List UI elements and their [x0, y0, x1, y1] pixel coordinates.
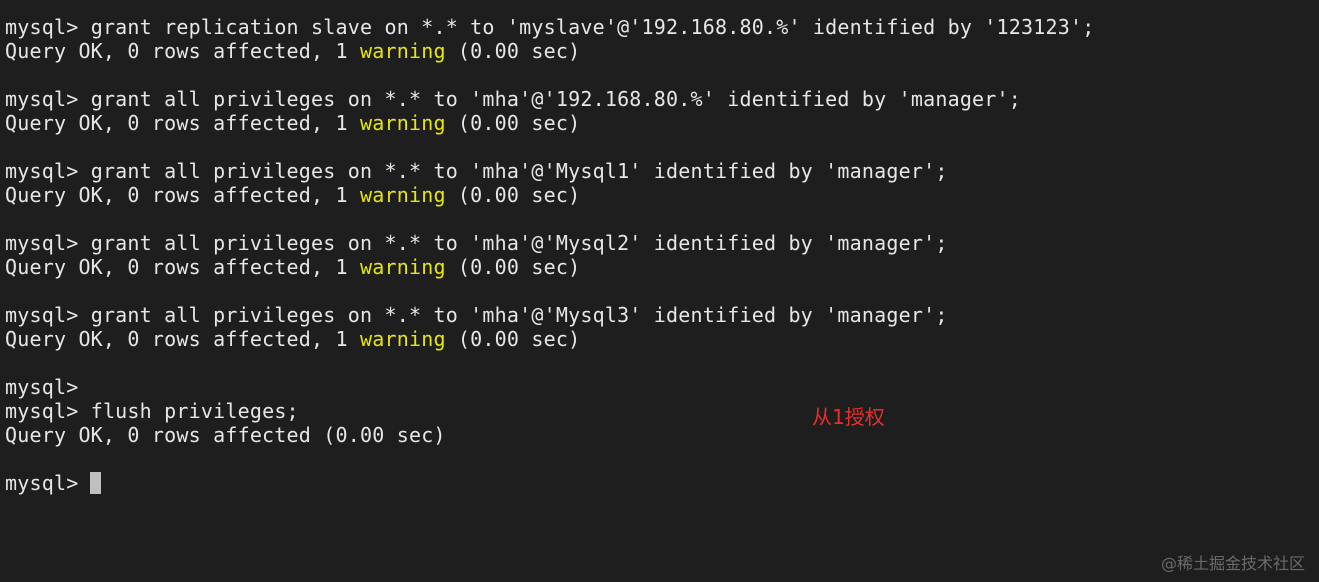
command-text: grant replication slave on *.* to 'mysla… [90, 15, 1095, 39]
command-line: mysql> [5, 375, 78, 399]
result-line: Query OK, 0 rows affected, 1 warning (0.… [5, 39, 581, 63]
warning-text: warning [360, 183, 446, 207]
command-text: grant all privileges on *.* to 'mha'@'My… [90, 159, 948, 183]
command-line: mysql> flush privileges; [5, 399, 299, 423]
warning-text: warning [360, 255, 446, 279]
current-prompt-line[interactable]: mysql> [5, 471, 102, 495]
terminal-window[interactable]: mysql> grant replication slave on *.* to… [0, 0, 1319, 582]
command-text: flush privileges; [90, 399, 299, 423]
prompt: mysql> [5, 471, 79, 495]
command-text: grant all privileges on *.* to 'mha'@'19… [90, 87, 1022, 111]
warning-text: warning [360, 111, 446, 135]
command-line: mysql> grant all privileges on *.* to 'm… [5, 87, 1021, 111]
command-line: mysql> grant all privileges on *.* to 'm… [5, 303, 948, 327]
command-text: grant all privileges on *.* to 'mha'@'My… [90, 231, 948, 255]
command-line: mysql> grant all privileges on *.* to 'm… [5, 159, 948, 183]
prompt: mysql> [5, 159, 79, 183]
prompt: mysql> [5, 303, 79, 327]
result-line: Query OK, 0 rows affected, 1 warning (0.… [5, 255, 581, 279]
prompt: mysql> [5, 15, 79, 39]
prompt: mysql> [5, 87, 79, 111]
annotation-label: 从1授权 [812, 405, 885, 429]
text-cursor[interactable] [90, 472, 102, 494]
prompt: mysql> [5, 399, 79, 423]
result-line: Query OK, 0 rows affected (0.00 sec) [5, 423, 446, 447]
prompt: mysql> [5, 375, 79, 399]
watermark: @稀土掘金技术社区 [1160, 554, 1305, 573]
result-line: Query OK, 0 rows affected, 1 warning (0.… [5, 183, 581, 207]
command-line: mysql> grant all privileges on *.* to 'm… [5, 231, 948, 255]
command-line: mysql> grant replication slave on *.* to… [5, 15, 1094, 39]
warning-text: warning [360, 39, 446, 63]
command-text: grant all privileges on *.* to 'mha'@'My… [90, 303, 948, 327]
prompt: mysql> [5, 231, 79, 255]
warning-text: warning [360, 327, 446, 351]
result-line: Query OK, 0 rows affected, 1 warning (0.… [5, 327, 581, 351]
result-line: Query OK, 0 rows affected, 1 warning (0.… [5, 111, 581, 135]
